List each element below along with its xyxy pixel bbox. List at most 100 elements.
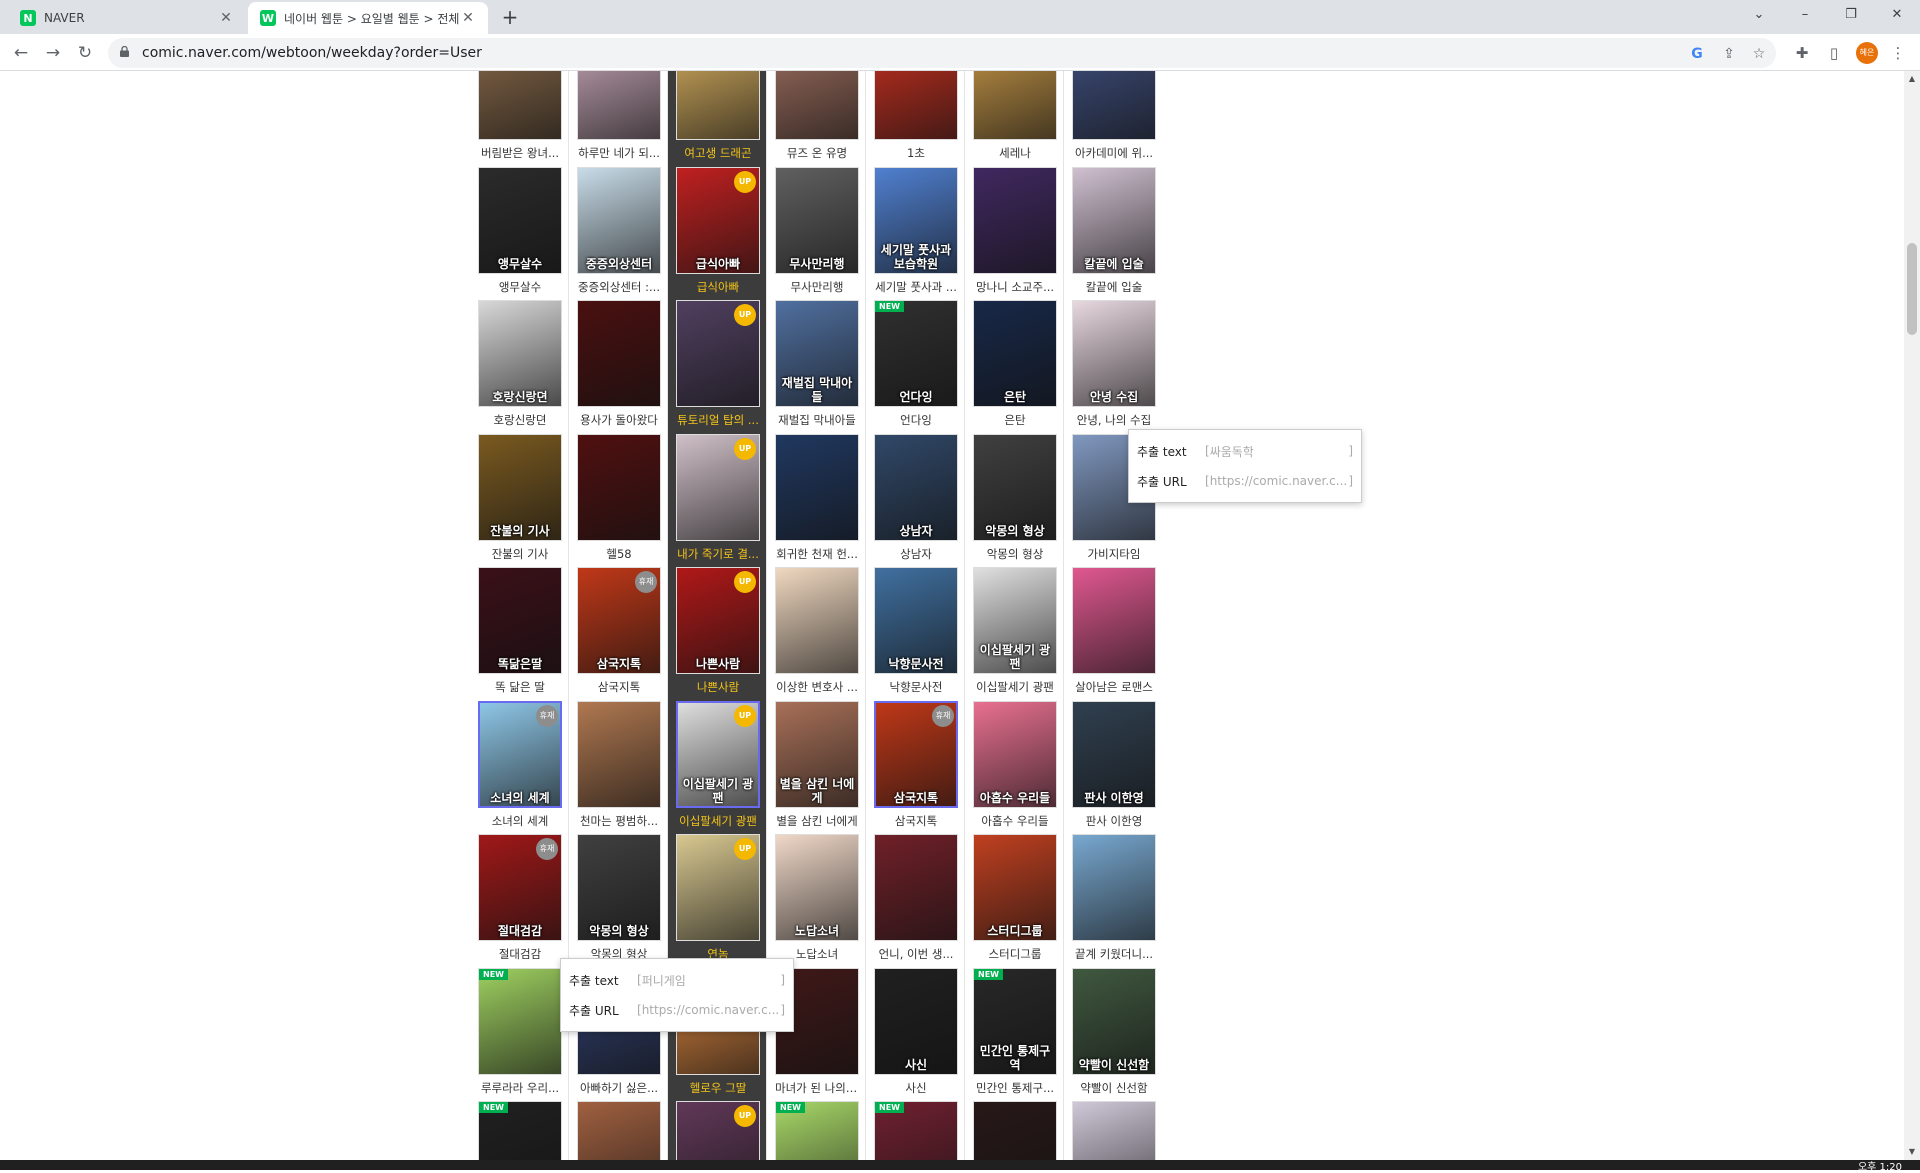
webtoon-title[interactable]: 사신 xyxy=(874,1080,958,1096)
webtoon-thumbnail[interactable] xyxy=(577,433,661,541)
webtoon-title[interactable]: 급식아빠 xyxy=(676,279,760,295)
webtoon-title[interactable]: 민간인 통제구... xyxy=(973,1080,1057,1096)
webtoon-title[interactable]: 악몽의 형상 xyxy=(973,546,1057,562)
webtoon-thumbnail[interactable]: NEW xyxy=(478,967,562,1075)
webtoon-card[interactable]: 노답소녀 노답소녀 xyxy=(775,834,859,962)
webtoon-card[interactable]: 삼국지톡 휴재 삼국지톡 xyxy=(874,700,958,829)
webtoon-title[interactable]: 잔불의 기사 xyxy=(478,546,562,562)
webtoon-title[interactable]: 이상한 변호사 ... xyxy=(775,679,859,695)
webtoon-thumbnail[interactable] xyxy=(874,834,958,941)
webtoon-thumbnail[interactable]: 스터디그룹 xyxy=(973,834,1057,941)
webtoon-card[interactable]: 언니, 이번 생... xyxy=(874,834,958,962)
webtoon-card[interactable]: UP 튜토리얼 탑의 ... xyxy=(676,300,760,428)
webtoon-card[interactable]: 용사가 돌아왔다 xyxy=(577,300,661,428)
webtoon-title[interactable]: 세기말 풋사과 ... xyxy=(874,279,958,295)
webtoon-thumbnail[interactable]: 삼국지톡 휴재 xyxy=(874,700,958,808)
webtoon-card[interactable]: NEW루루라라 우리... xyxy=(478,967,562,1096)
extensions-icon[interactable]: ✚ xyxy=(1792,43,1812,63)
webtoon-title[interactable]: 아카데미에 위... xyxy=(1072,145,1156,161)
webtoon-title[interactable]: 이십팔세기 광팬 xyxy=(676,813,760,829)
webtoon-card[interactable]: 버림받은 왕녀... xyxy=(478,71,562,161)
vertical-scrollbar[interactable]: ▲ ▼ xyxy=(1904,71,1920,1160)
webtoon-card[interactable]: 무사만리행 무사만리행 xyxy=(775,166,859,295)
webtoon-thumbnail[interactable]: 이십팔세기 광팬 xyxy=(973,567,1057,674)
webtoon-thumbnail[interactable] xyxy=(973,166,1057,274)
webtoon-thumbnail[interactable] xyxy=(478,71,562,140)
popup-url-value[interactable]: https://comic.naver.c... xyxy=(642,1003,781,1017)
webtoon-card[interactable]: 똑닮은딸똑 닮은 딸 xyxy=(478,567,562,695)
webtoon-thumbnail[interactable]: 민간인 통제구역 NEW xyxy=(973,967,1057,1075)
webtoon-card[interactable]: 끝계 키웠더니... xyxy=(1072,834,1156,962)
webtoon-title[interactable]: 안녕, 나의 수집 xyxy=(1072,412,1156,428)
webtoon-card[interactable]: 무섭게 딸좋아... xyxy=(1072,1101,1156,1160)
webtoon-card[interactable]: 판사 이한영 판사 이한영 xyxy=(1072,700,1156,829)
webtoon-card[interactable]: 민간인 통제구역 NEW 민간인 통제구... xyxy=(973,967,1057,1096)
tab-naver[interactable]: N NAVER ✕ xyxy=(8,2,246,34)
webtoon-thumbnail[interactable]: 악몽의 형상 xyxy=(577,834,661,941)
webtoon-title[interactable]: 재벌집 막내아들 xyxy=(775,412,859,428)
webtoon-thumbnail[interactable] xyxy=(1072,71,1156,140)
webtoon-card[interactable]: UP 연놈 xyxy=(676,834,760,962)
webtoon-card[interactable]: 살아남은 로맨스 xyxy=(1072,567,1156,695)
webtoon-thumbnail[interactable]: 앵무살수 xyxy=(478,166,562,274)
webtoon-thumbnail[interactable]: 상남자 xyxy=(874,433,958,541)
webtoon-card[interactable]: 안녕 수집 안녕, 나의 수집 xyxy=(1072,300,1156,428)
webtoon-card[interactable]: 은탄 은탄 xyxy=(973,300,1057,428)
webtoon-card[interactable]: 아홉수 우리들 아홉수 우리들 xyxy=(973,700,1057,829)
webtoon-thumbnail[interactable] xyxy=(577,700,661,808)
webtoon-thumbnail[interactable] xyxy=(1072,567,1156,674)
restore-button[interactable]: ❐ xyxy=(1828,0,1874,30)
webtoon-thumbnail[interactable]: 소녀의 세계 휴재 xyxy=(478,700,562,808)
webtoon-title[interactable]: 나쁜사람 xyxy=(676,679,760,695)
scroll-up-icon[interactable]: ▲ xyxy=(1904,71,1920,87)
webtoon-thumbnail[interactable]: UP xyxy=(676,433,760,541)
webtoon-title[interactable]: 별을 삼킨 너에게 xyxy=(775,813,859,829)
webtoon-title[interactable]: 끝계 키웠더니... xyxy=(1072,946,1156,962)
webtoon-thumbnail[interactable]: NEW xyxy=(775,1101,859,1160)
webtoon-title[interactable]: 아홉수 우리들 xyxy=(973,813,1057,829)
webtoon-title[interactable]: 내가 죽기로 결... xyxy=(676,546,760,562)
webtoon-title[interactable]: 천마는 평범하... xyxy=(577,813,661,829)
webtoon-title[interactable]: 앵무살수 xyxy=(478,279,562,295)
webtoon-title[interactable]: 낙향문사전 xyxy=(874,679,958,695)
webtoon-card[interactable]: 헬58 xyxy=(577,433,661,562)
webtoon-thumbnail[interactable] xyxy=(775,71,859,140)
webtoon-title[interactable]: 살아남은 로맨스 xyxy=(1072,679,1156,695)
webtoon-card[interactable]: 재벌집 막내아들 재벌집 막내아들 xyxy=(775,300,859,428)
new-tab-button[interactable]: + xyxy=(498,6,522,30)
webtoon-thumbnail[interactable]: 똑닮은딸 xyxy=(478,567,562,674)
forward-arrow-icon[interactable]: → xyxy=(40,40,66,66)
webtoon-card[interactable]: 뮤즈 온 유명 xyxy=(775,71,859,161)
webtoon-card[interactable]: 여고생 드래곤 xyxy=(676,71,760,161)
webtoon-title[interactable]: 호랑신랑뎐 xyxy=(478,412,562,428)
reload-icon[interactable]: ↻ xyxy=(72,40,98,66)
share-icon[interactable]: ⇪ xyxy=(1720,45,1738,63)
webtoon-card[interactable]: 중증외상센터 중증외상센터 :... xyxy=(577,166,661,295)
webtoon-card[interactable]: UP 내가 죽기로 결... xyxy=(676,433,760,562)
webtoon-thumbnail[interactable]: 잔불의 기사 xyxy=(478,433,562,541)
scroll-down-icon[interactable]: ▼ xyxy=(1904,1144,1920,1160)
webtoon-thumbnail[interactable] xyxy=(676,71,760,140)
webtoon-title[interactable]: 스터디그룹 xyxy=(973,946,1057,962)
webtoon-thumbnail[interactable]: 대사형NEW xyxy=(874,1101,958,1160)
window-close-button[interactable]: ✕ xyxy=(1874,0,1920,30)
webtoon-card[interactable]: NEW루루라라 우리... xyxy=(775,1101,859,1160)
webtoon-title[interactable]: 똑 닮은 딸 xyxy=(478,679,562,695)
webtoon-title[interactable]: 헬58 xyxy=(577,546,661,562)
webtoon-thumbnail[interactable]: 이십팔세기 광팬 UP xyxy=(676,700,760,808)
webtoon-thumbnail[interactable]: 별을 삼킨 너에게 xyxy=(775,700,859,808)
webtoon-card[interactable]: 대사형NEW천하제일 대사형 xyxy=(874,1101,958,1160)
webtoon-title[interactable]: 가비지타임 xyxy=(1072,546,1156,562)
webtoon-thumbnail[interactable]: 아홉수 우리들 xyxy=(973,700,1057,808)
webtoon-card[interactable]: 아카데미에 위... xyxy=(1072,71,1156,161)
webtoon-thumbnail[interactable]: 악몽의 형상 xyxy=(973,433,1057,541)
webtoon-card[interactable]: 스터디그룹 스터디그룹 xyxy=(973,834,1057,962)
webtoon-title[interactable]: 튜토리얼 탑의 ... xyxy=(676,412,760,428)
webtoon-thumbnail[interactable]: KNIGHT RUN xyxy=(973,1101,1057,1160)
webtoon-card[interactable]: 나쁜사람 UP 나쁜사람 xyxy=(676,567,760,695)
webtoon-title[interactable]: 판사 이한영 xyxy=(1072,813,1156,829)
webtoon-thumbnail[interactable]: 무사만리행 xyxy=(775,166,859,274)
avatar[interactable]: 혜은 xyxy=(1856,42,1878,64)
webtoon-thumbnail[interactable]: 재벌집 막내아들 xyxy=(775,300,859,407)
webtoon-card[interactable]: 1초 xyxy=(874,71,958,161)
